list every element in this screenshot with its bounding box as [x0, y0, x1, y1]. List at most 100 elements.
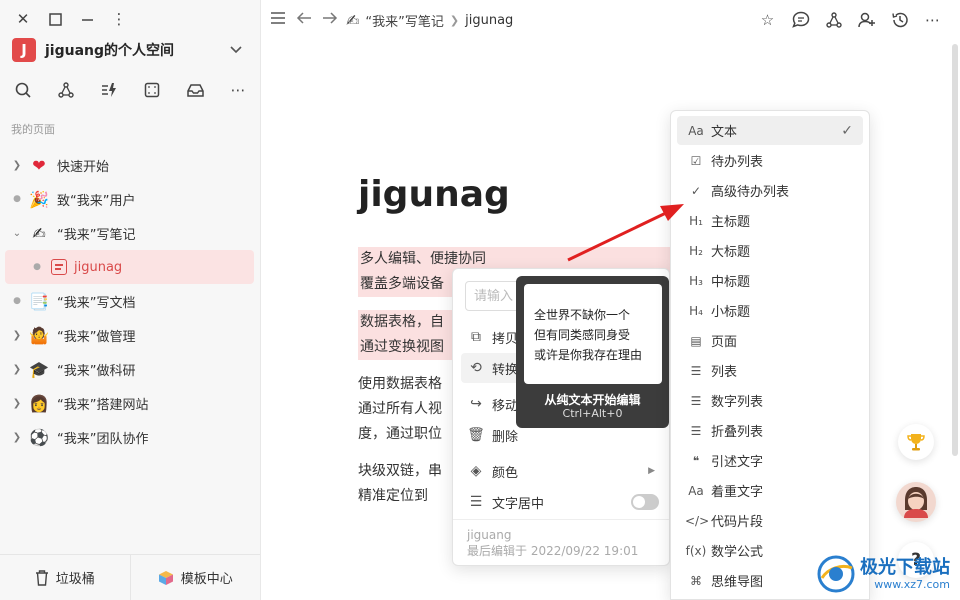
color-menu-item[interactable]: ◈ 颜色 ▶: [461, 456, 661, 486]
sidebar-footer: 垃圾桶 模板中心: [0, 554, 260, 600]
graph-icon[interactable]: [824, 10, 843, 29]
forward-arrow-icon[interactable]: [322, 11, 338, 29]
chevron-down-icon[interactable]: ⌄: [11, 228, 23, 239]
block-type-toggle-list[interactable]: ☰ 折叠列表: [677, 416, 863, 445]
avatar[interactable]: [896, 482, 936, 522]
block-type-page[interactable]: ▤ 页面: [677, 326, 863, 355]
sidebar-item-label: “我来”写笔记: [57, 227, 136, 243]
maximize-icon[interactable]: [46, 10, 64, 28]
chevron-right-icon[interactable]: ❯: [11, 364, 23, 375]
sidebar-tools: ⋯: [13, 80, 248, 100]
breadcrumb-parent[interactable]: “我来”写笔记: [365, 11, 443, 30]
sidebar-item-jigunag[interactable]: ● jigunag: [5, 250, 254, 284]
page-icon: 📑: [29, 291, 49, 311]
space-avatar: J: [12, 38, 36, 62]
more-horizontal-icon[interactable]: ⋯: [228, 80, 248, 100]
sidebar-item-label: “我来”团队协作: [57, 431, 149, 447]
more-horizontal-icon[interactable]: ⋯: [923, 10, 942, 29]
block-type-label: 着重文字: [711, 485, 764, 500]
add-user-icon[interactable]: [857, 10, 876, 29]
mindmap-icon: ⌘: [690, 573, 702, 588]
window-controls: ✕ ⋮: [14, 10, 128, 28]
heart-icon: ❤: [32, 155, 46, 175]
chevron-right-icon[interactable]: ❯: [11, 160, 23, 171]
trash-button[interactable]: 垃圾桶: [0, 555, 131, 600]
trophy-icon: [907, 434, 925, 451]
chevron-down-icon[interactable]: [230, 43, 242, 57]
trash-label: 垃圾桶: [55, 572, 95, 587]
user-avatar-icon: [904, 487, 928, 518]
close-icon[interactable]: ✕: [14, 10, 32, 28]
convert-tooltip: 全世界不缺你一个 但有同类感同身受 或许是你我存在理由 从纯文本开始编辑 Ctr…: [516, 276, 669, 428]
convert-icon: ⟲: [470, 360, 482, 376]
tooltip-title: 从纯文本开始编辑: [544, 393, 641, 407]
block-type-label: 列表: [711, 365, 738, 380]
minimize-icon[interactable]: [78, 10, 96, 28]
chevron-right-icon[interactable]: ❯: [11, 398, 23, 409]
sidebar-item-management[interactable]: ❯ 🤷 “我来”做管理: [5, 318, 254, 352]
block-type-h3[interactable]: H₃ 中标题: [677, 266, 863, 295]
search-icon[interactable]: [13, 80, 33, 100]
sidebar-item-quickstart[interactable]: ❯ ❤ 快速开始: [5, 148, 254, 182]
center-text-menu-item[interactable]: ☰ 文字居中: [461, 487, 661, 517]
scan-icon[interactable]: [142, 80, 162, 100]
sidebar-item-notes[interactable]: ⌄ ✍ “我来”写笔记: [5, 216, 254, 250]
back-arrow-icon[interactable]: [296, 11, 312, 29]
sidebar-item-docs[interactable]: ● 📑 “我来”写文档: [5, 284, 254, 318]
sidebar-item-website[interactable]: ❯ 👩 “我来”搭建网站: [5, 386, 254, 420]
space-switcher[interactable]: J jiguang的个人空间: [12, 38, 248, 62]
preview-line: 或许是你我存在理由: [534, 348, 643, 362]
submenu-arrow-icon: ▶: [648, 466, 655, 476]
bullet-list-icon: ☰: [690, 363, 702, 378]
block-type-text[interactable]: Aa 文本 ✓: [677, 116, 863, 145]
menu-icon[interactable]: [270, 11, 286, 29]
block-type-h2[interactable]: H₂ 大标题: [677, 236, 863, 265]
block-type-todo[interactable]: ☑ 待办列表: [677, 146, 863, 175]
block-type-emphasis[interactable]: Aa 着重文字: [677, 476, 863, 505]
bullet-icon: ●: [33, 262, 41, 272]
comment-icon[interactable]: [791, 10, 810, 29]
more-vertical-icon[interactable]: ⋮: [110, 10, 128, 28]
block-type-h4[interactable]: H₄ 小标题: [677, 296, 863, 325]
edit-meta: jiguang 最后编辑于 2022/09/22 19:01: [467, 527, 638, 559]
sidebar-item-label: “我来”做科研: [57, 363, 136, 379]
page-title[interactable]: jigunag: [358, 174, 510, 215]
chevron-right-icon[interactable]: ❯: [11, 330, 23, 341]
templates-button[interactable]: 模板中心: [131, 555, 261, 600]
inbox-icon[interactable]: [185, 80, 205, 100]
topbar-actions: ☆ ⋯: [758, 10, 942, 29]
block-type-label: 折叠列表: [711, 425, 764, 440]
block-type-label: 主标题: [711, 215, 751, 230]
block-type-label: 数学公式: [711, 545, 764, 560]
block-type-code[interactable]: </> 代码片段: [677, 506, 863, 535]
block-type-label: 页面: [711, 335, 738, 350]
numbered-list-icon: ☰: [690, 393, 702, 408]
block-type-quote[interactable]: ❝ 引述文字: [677, 446, 863, 475]
breadcrumb-current[interactable]: jigunag: [465, 13, 513, 28]
quick-action-icon[interactable]: [99, 80, 119, 100]
person-shrug-icon: 🤷: [29, 325, 49, 345]
block-type-list[interactable]: ☰ 列表: [677, 356, 863, 385]
tooltip-shortcut: Ctrl+Alt+0: [562, 407, 623, 420]
center-text-toggle[interactable]: [631, 494, 659, 510]
block-type-label: 思维导图: [711, 575, 764, 590]
block-type-label: 小标题: [711, 305, 751, 320]
bullet-icon: ●: [13, 296, 21, 306]
chevron-right-icon[interactable]: ❯: [11, 432, 23, 443]
trophy-button[interactable]: [898, 424, 934, 460]
sidebar-item-welcome[interactable]: ● 🎉 致“我来”用户: [5, 182, 254, 216]
history-icon[interactable]: [890, 10, 909, 29]
star-icon[interactable]: ☆: [758, 10, 777, 29]
block-type-numbered-list[interactable]: ☰ 数字列表: [677, 386, 863, 415]
last-edited: 最后编辑于 2022/09/22 19:01: [467, 544, 639, 558]
sidebar-item-team[interactable]: ❯ ⚽ “我来”团队协作: [5, 420, 254, 454]
graph-icon[interactable]: [56, 80, 76, 100]
block-type-label: 待办列表: [711, 155, 764, 170]
menu-item-label: 拷贝: [492, 331, 519, 347]
block-type-h1[interactable]: H₁ 主标题: [677, 206, 863, 235]
copy-icon: ⧉: [471, 329, 481, 345]
bullet-icon: ●: [13, 194, 21, 204]
scrollbar[interactable]: [952, 44, 958, 456]
block-type-advanced-todo[interactable]: ✓ 高级待办列表: [677, 176, 863, 205]
sidebar-item-research[interactable]: ❯ 🎓 “我来”做科研: [5, 352, 254, 386]
